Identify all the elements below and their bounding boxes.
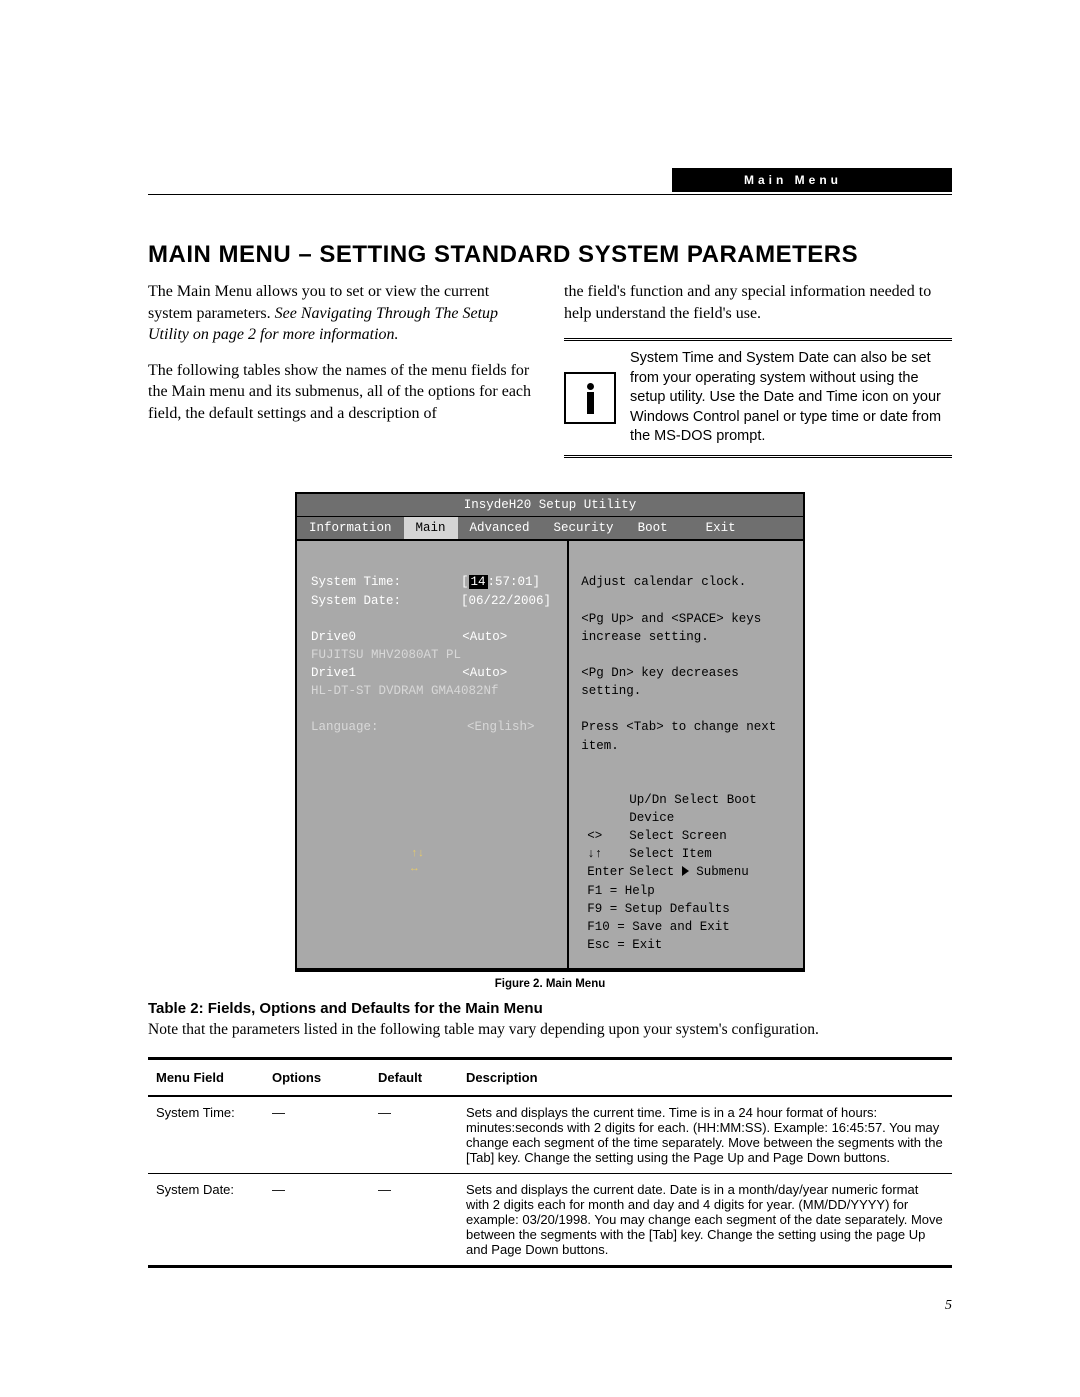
info-text: System Time and System Date can also be … <box>630 349 952 447</box>
cell-field: System Time: <box>148 1096 264 1174</box>
triangle-right-icon <box>682 866 689 876</box>
language-value[interactable]: <English> <box>461 718 557 736</box>
header-section-label: Main Menu <box>672 168 952 192</box>
tab-boot[interactable]: Boot <box>626 517 680 539</box>
th-default: Default <box>370 1059 458 1097</box>
field-system-date[interactable]: System Date: <box>311 592 461 610</box>
nav-enter-key: Enter <box>587 863 629 881</box>
tab-exit[interactable]: Exit <box>694 517 748 539</box>
drive0-value[interactable]: <Auto> <box>461 628 557 646</box>
bios-title: InsydeH20 Setup Utility <box>297 494 803 517</box>
field-language[interactable]: Language: <box>311 718 461 736</box>
intro-p3: the field's function and any special inf… <box>564 281 952 324</box>
table-header-row: Menu Field Options Default Description <box>148 1059 952 1097</box>
cell-desc: Sets and displays the current time. Time… <box>458 1096 952 1174</box>
nav-esc: Esc = Exit <box>587 936 791 954</box>
tab-information[interactable]: Information <box>297 517 404 539</box>
cell-default: — <box>370 1174 458 1267</box>
tab-advanced[interactable]: Advanced <box>458 517 542 539</box>
info-callout: System Time and System Date can also be … <box>564 338 952 458</box>
tab-main[interactable]: Main <box>404 517 458 539</box>
table-row: System Time: — — Sets and displays the c… <box>148 1096 952 1174</box>
date-value[interactable]: [06/22/2006] <box>461 592 557 610</box>
th-description: Description <box>458 1059 952 1097</box>
bios-tabs: Information Main Advanced Security Boot … <box>297 517 803 541</box>
intro-columns: The Main Menu allows you to set or view … <box>148 281 952 458</box>
field-system-time[interactable]: System Time: <box>311 573 461 591</box>
bios-screenshot: InsydeH20 Setup Utility Information Main… <box>295 492 805 972</box>
cell-desc: Sets and displays the current date. Date… <box>458 1174 952 1267</box>
field-drive0[interactable]: Drive0 <box>311 628 461 646</box>
bios-left-pane: System Time: [14:57:01] System Date: [06… <box>297 541 569 968</box>
drive1-device: HL-DT-ST DVDRAM GMA4082Nf <box>311 682 557 700</box>
nav-item-key: ↓↑ <box>587 845 629 863</box>
field-drive1[interactable]: Drive1 <box>311 664 461 682</box>
page-title: MAIN MENU – SETTING STANDARD SYSTEM PARA… <box>148 241 952 269</box>
nav-glyph-icon: ↑↓↔ <box>311 847 557 879</box>
drive0-device: FUJITSU MHV2080AT PL <box>311 646 557 664</box>
nav-item: Select Item <box>629 847 712 861</box>
help-l3: <Pg Dn> key decreases setting. <box>581 664 791 700</box>
intro-p2: The following tables show the names of t… <box>148 360 536 425</box>
th-menu-field: Menu Field <box>148 1059 264 1097</box>
page-number: 5 <box>148 1298 952 1314</box>
drive1-value[interactable]: <Auto> <box>461 664 557 682</box>
cell-field: System Date: <box>148 1174 264 1267</box>
help-l2: <Pg Up> and <SPACE> keys increase settin… <box>581 610 791 646</box>
time-hh[interactable]: 14 <box>469 575 488 589</box>
th-options: Options <box>264 1059 370 1097</box>
table-row: System Date: — — Sets and displays the c… <box>148 1174 952 1267</box>
intro-p1: The Main Menu allows you to set or view … <box>148 281 536 346</box>
time-rest: :57:01] <box>488 575 541 589</box>
cell-options: — <box>264 1096 370 1174</box>
fields-table: Menu Field Options Default Description S… <box>148 1057 952 1268</box>
nav-f9: F9 = Setup Defaults <box>587 900 791 918</box>
nav-enter: Select <box>629 865 674 879</box>
help-l4: Press <Tab> to change next item. <box>581 718 791 754</box>
cell-options: — <box>264 1174 370 1267</box>
tab-security[interactable]: Security <box>542 517 626 539</box>
table-title: Table 2: Fields, Options and Defaults fo… <box>148 1000 952 1017</box>
nav-submenu: Submenu <box>696 865 749 879</box>
cell-default: — <box>370 1096 458 1174</box>
page-header: Main Menu <box>148 170 952 195</box>
nav-boot: Up/Dn Select Boot Device <box>587 791 791 827</box>
figure-caption: Figure 2. Main Menu <box>295 978 805 990</box>
bios-help-pane: Adjust calendar clock. <Pg Up> and <SPAC… <box>569 541 803 968</box>
table-note: Note that the parameters listed in the f… <box>148 1021 952 1039</box>
nav-screen-key: <> <box>587 827 629 845</box>
info-icon <box>564 372 616 424</box>
help-l1: Adjust calendar clock. <box>581 573 791 591</box>
nav-f10: F10 = Save and Exit <box>587 918 791 936</box>
nav-f1: F1 = Help <box>587 882 791 900</box>
nav-screen: Select Screen <box>629 829 727 843</box>
